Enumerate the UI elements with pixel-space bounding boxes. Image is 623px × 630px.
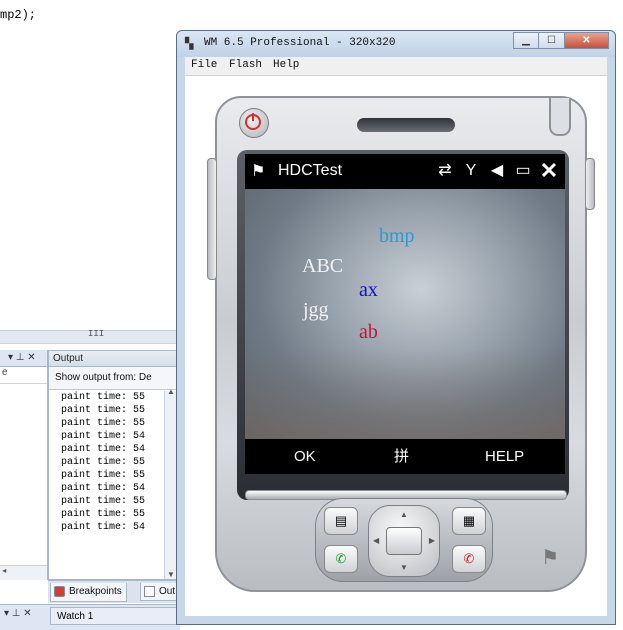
dpad-right-icon[interactable]: ▶ [429, 536, 435, 545]
scroll-down-icon[interactable]: ▼ [167, 570, 175, 579]
softkey-ok[interactable]: OK [294, 448, 316, 465]
battery-icon[interactable]: ▭ [513, 160, 533, 182]
paint-text-ax: ax [359, 279, 378, 301]
keyboard-icon: ▦ [462, 513, 476, 528]
tab-output-label: Out [159, 586, 176, 597]
minimize-icon: ▁ [522, 35, 530, 46]
output-title: Output [49, 351, 179, 367]
connectivity-icon[interactable]: ⇄ [435, 160, 455, 182]
paint-area[interactable]: bmp ABC ax jgg ab [245, 189, 565, 439]
output-line: paint time: 55 [61, 496, 146, 507]
dpad-left-icon[interactable]: ◀ [373, 536, 379, 545]
output-tab-strip: Breakpoints Out [48, 580, 180, 603]
output-line: paint time: 55 [61, 509, 146, 520]
emulator-titlebar[interactable]: ▚ WM 6.5 Professional - 320x320 ▁ ☐ ✕ [177, 31, 615, 57]
title-bar: ⚑ HDCTest ⇄ Y ◀ ▭ ✕ [245, 154, 565, 189]
paint-text-abc: ABC [302, 255, 344, 277]
tab-breakpoints-label: Breakpoints [69, 586, 122, 597]
output-line: paint time: 55 [61, 405, 146, 416]
scroll-up-icon[interactable]: ▲ [167, 387, 175, 396]
splitter-grip: III [88, 329, 105, 339]
device-skin: ⚑ HDCTest ⇄ Y ◀ ▭ ✕ bmp ABC ax jgg ab OK… [207, 96, 595, 592]
dpad[interactable]: ▲ ▼ ◀ ▶ [368, 505, 440, 577]
dpad-down-icon[interactable]: ▼ [400, 563, 408, 572]
output-line: paint time: 54 [61, 483, 146, 494]
code-line: mp2); [0, 8, 37, 22]
left-panel-header: ▾ ⊥ ✕ [0, 350, 47, 367]
breakpoint-icon [54, 586, 65, 597]
close-button[interactable]: ✕ [565, 32, 609, 49]
end-call-icon: ✆ [463, 551, 475, 566]
maximize-button[interactable]: ☐ [539, 32, 565, 49]
side-button-left[interactable] [207, 158, 217, 280]
bottom-tool-bar: ▾ ⊥ ✕ Watch 1 [0, 604, 180, 630]
maximize-icon: ☐ [547, 35, 556, 46]
panel-controls[interactable]: ▾ ⊥ ✕ [4, 608, 32, 619]
output-window-icon [144, 586, 155, 597]
side-button-right[interactable] [585, 158, 595, 210]
call-icon: ✆ [335, 551, 347, 566]
panel-splitter[interactable]: III [0, 329, 180, 344]
end-call-key[interactable]: ✆ [452, 545, 486, 573]
emulator-app-icon: ▚ [185, 38, 194, 50]
output-line: paint time: 54 [61, 431, 146, 442]
windows-logo-icon: ⚑ [541, 547, 559, 569]
left-tool-panel: ▾ ⊥ ✕ e [0, 350, 48, 580]
output-text-area[interactable]: paint time: 55 paint time: 55 paint time… [49, 391, 164, 569]
minimize-button[interactable]: ▁ [513, 32, 539, 49]
contacts-key[interactable]: ▤ [324, 507, 358, 535]
signal-off-icon[interactable]: Y [461, 160, 481, 182]
keyboard-key[interactable]: ▦ [452, 507, 486, 535]
windows-start-icon[interactable]: ⚑ [251, 162, 271, 182]
dpad-up-icon[interactable]: ▲ [400, 510, 408, 519]
softkey-bar: OK 拼 HELP [245, 439, 565, 474]
output-line: paint time: 54 [61, 522, 146, 533]
device-screen[interactable]: ⚑ HDCTest ⇄ Y ◀ ▭ ✕ bmp ABC ax jgg ab OK… [245, 154, 565, 474]
menu-flash[interactable]: Flash [229, 59, 262, 71]
close-icon: ✕ [582, 35, 591, 46]
stylus-slot [549, 98, 571, 136]
contacts-icon: ▤ [334, 513, 348, 528]
tab-breakpoints[interactable]: Breakpoints [50, 583, 127, 602]
show-output-from-selector[interactable]: Show output from: De [49, 367, 179, 390]
output-line: paint time: 55 [61, 470, 146, 481]
menu-help[interactable]: Help [273, 59, 299, 71]
output-line: paint time: 55 [61, 392, 146, 403]
output-panel: Output Show output from: De paint time: … [48, 350, 180, 580]
window-controls: ▁ ☐ ✕ [513, 32, 609, 50]
power-button[interactable] [239, 108, 269, 138]
menu-file[interactable]: File [191, 59, 217, 71]
paint-text-ab: ab [359, 321, 378, 343]
app-title: HDCTest [278, 162, 343, 179]
softkey-help[interactable]: HELP [485, 448, 524, 465]
emulator-window: ▚ WM 6.5 Professional - 320x320 ▁ ☐ ✕ Fi… [176, 30, 616, 625]
output-line: paint time: 55 [61, 457, 146, 468]
call-key[interactable]: ✆ [324, 545, 358, 573]
emulator-menubar: File Flash Help [185, 57, 607, 76]
power-icon [245, 113, 261, 130]
watch-window-header[interactable]: Watch 1 [50, 607, 180, 625]
status-icons: ⇄ Y ◀ ▭ ✕ [435, 160, 559, 182]
emulator-title: WM 6.5 Professional - 320x320 [204, 37, 396, 49]
hardware-keypad: ▤ ▦ ✆ ✆ ▲ ▼ ◀ ▶ [315, 498, 493, 582]
volume-mute-icon[interactable]: ◀ [487, 160, 507, 182]
left-panel-scrollbar[interactable]: ◂ [0, 565, 47, 580]
panel-controls[interactable]: ▾ ⊥ ✕ [8, 352, 36, 363]
output-line: paint time: 55 [61, 418, 146, 429]
tab-output[interactable]: Out [140, 583, 178, 601]
paint-text-jgg: jgg [303, 299, 329, 321]
emulator-client-area: ⚑ HDCTest ⇄ Y ◀ ▭ ✕ bmp ABC ax jgg ab OK… [185, 76, 607, 616]
input-method-button[interactable]: 拼 [394, 445, 409, 466]
left-panel-row: e [0, 367, 47, 384]
speaker-grille [357, 118, 455, 132]
close-icon[interactable]: ✕ [539, 160, 559, 182]
dpad-center-button[interactable] [386, 527, 422, 555]
paint-text-bmp: bmp [379, 225, 415, 247]
output-line: paint time: 54 [61, 444, 146, 455]
